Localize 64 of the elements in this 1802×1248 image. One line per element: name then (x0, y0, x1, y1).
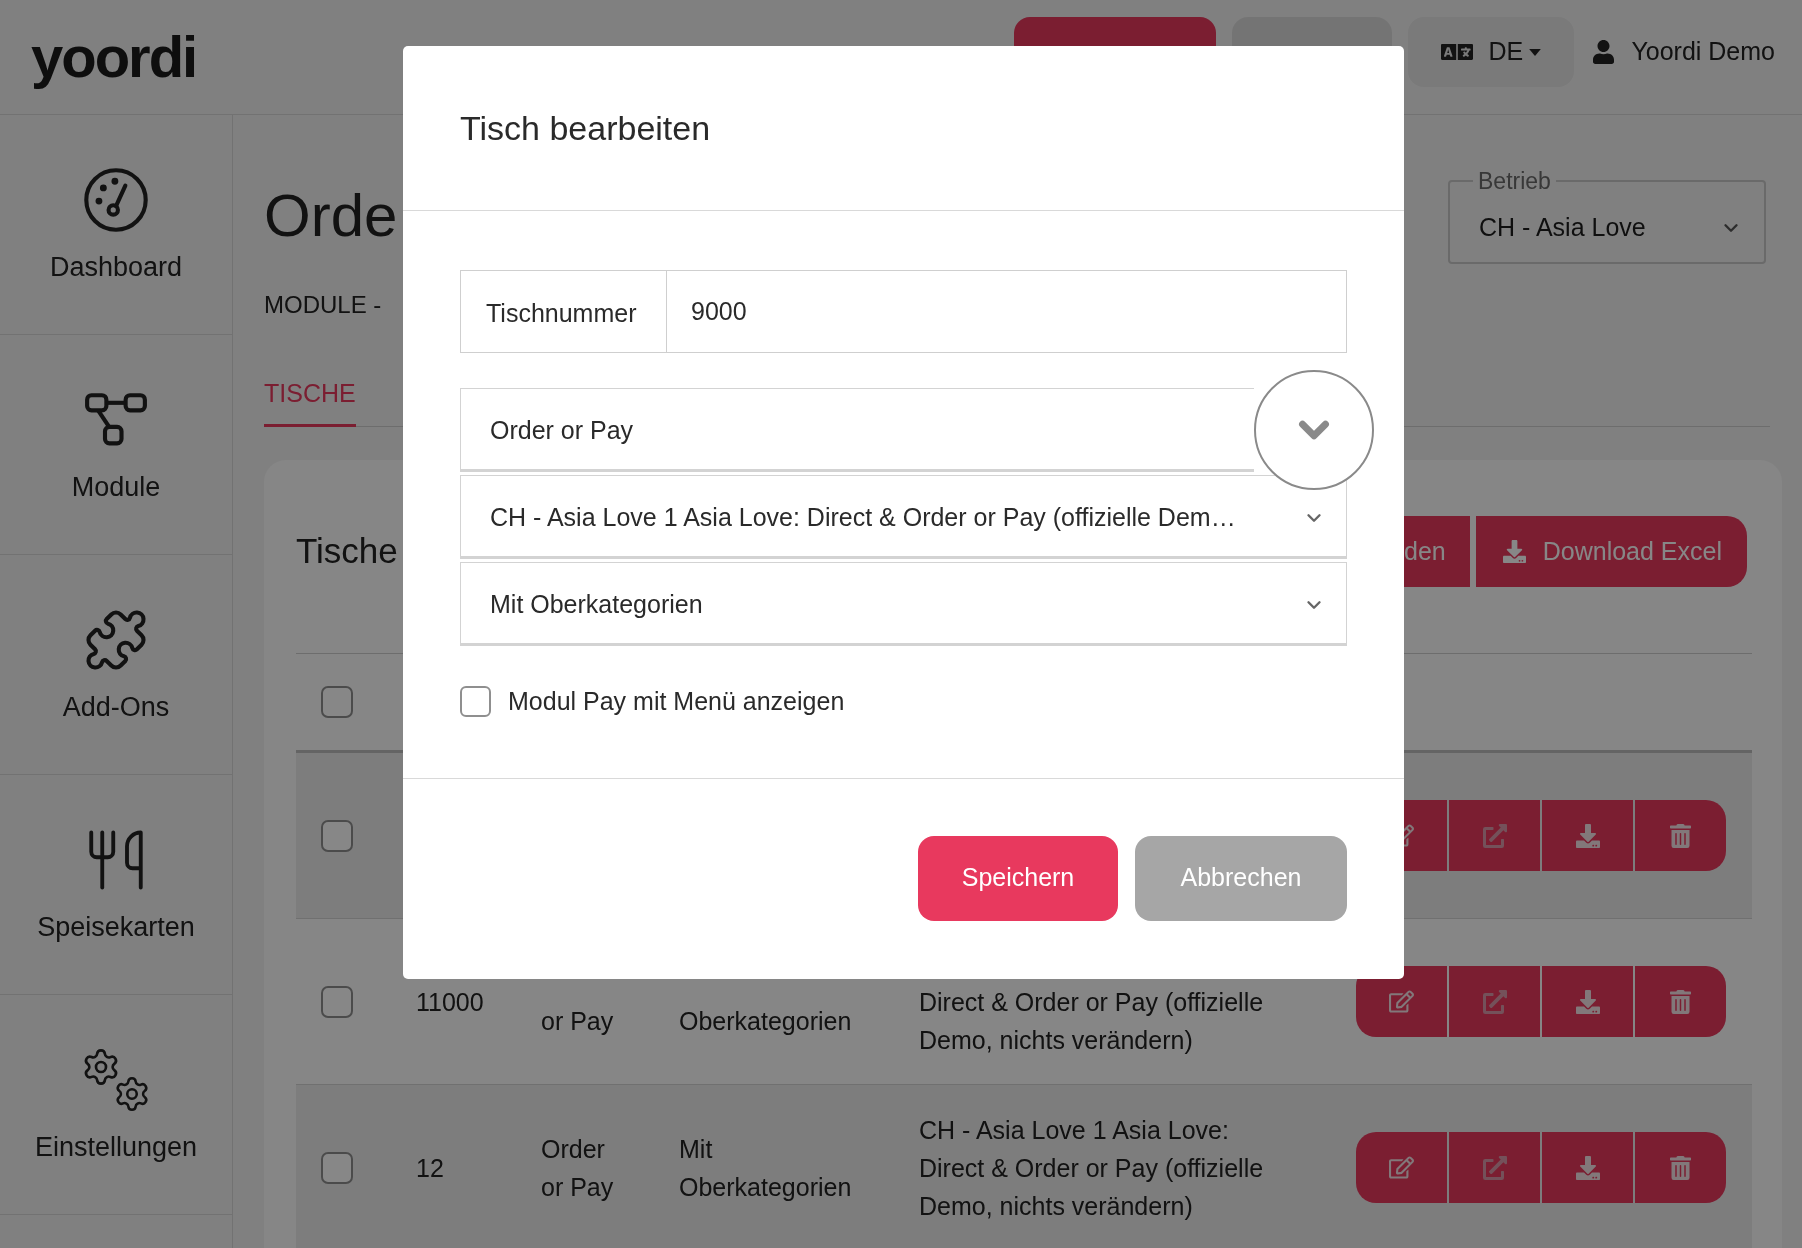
pencil-icon (1389, 1155, 1414, 1180)
external-link-icon (1482, 989, 1507, 1014)
checkbox[interactable] (321, 985, 353, 1018)
trash-icon (1670, 1155, 1691, 1180)
download-button[interactable] (1542, 966, 1633, 1037)
tab[interactable]: TISCHE (264, 378, 356, 427)
gauge-icon (83, 166, 149, 233)
input-field[interactable]: 9000 (667, 270, 1347, 353)
trash-icon (1670, 989, 1691, 1014)
delete-button[interactable] (1635, 966, 1726, 1037)
open-link-button[interactable] (1449, 1132, 1540, 1203)
user-menu[interactable]: Yoordi Demo (1593, 17, 1775, 87)
sidebar-item[interactable]: Add-Ons (0, 555, 232, 775)
checkbox[interactable] (321, 1151, 353, 1184)
table-cell-text: 11000 (416, 986, 484, 1018)
download-icon (1502, 540, 1526, 563)
input-label: Tischnummer (460, 270, 667, 353)
download-button[interactable] (1542, 800, 1633, 871)
checkbox-label: Modul Pay mit Menü anzeigen (508, 686, 845, 717)
sidebar-item[interactable]: Module (0, 335, 232, 555)
select-field[interactable]: Betrieb CH - Asia Love (1448, 169, 1766, 264)
breadcrumb: MODULE - (264, 290, 382, 320)
sidebar-item[interactable]: Dashboard (0, 115, 232, 335)
download-button[interactable] (1542, 1132, 1633, 1203)
user-icon (1593, 40, 1615, 64)
sidebar-item[interactable]: Speisekarten (0, 775, 232, 995)
sidebar-label: Speisekarten (37, 910, 195, 943)
table-cell-text: Direct & Order or Pay (offizielle Demo, nichts verändern) (919, 986, 1265, 1056)
page-title: Orde (264, 181, 398, 251)
external-link-icon (1482, 1155, 1507, 1180)
external-link-icon (1482, 823, 1507, 848)
select-field[interactable]: Mit Oberkategorien (460, 562, 1347, 646)
card-title: Tische (296, 530, 398, 573)
table-cell-text: or Pay (541, 1005, 614, 1037)
save-button[interactable]: Speichern (918, 835, 1118, 921)
download-icon (1575, 823, 1600, 848)
select-field[interactable]: CH - Asia Love 1 Asia Love: Direct & Order or Pay (offizielle Dem… (460, 475, 1347, 559)
table-cell-text: Order or Pay (541, 1133, 615, 1203)
dialog-title: Tisch bearbeiten (460, 108, 711, 148)
checkbox[interactable] (321, 686, 353, 718)
table-cell-text: Mit Oberkategorien (679, 1133, 853, 1203)
sidebar-item[interactable]: Einstellungen (0, 995, 232, 1215)
select-field[interactable]: Order or Pay (460, 388, 1254, 472)
table-cell-text: 12 (416, 1152, 444, 1184)
download-icon (1575, 1155, 1600, 1180)
delete-button[interactable] (1635, 1132, 1726, 1203)
open-link-button[interactable] (1449, 800, 1540, 871)
sidebar-label: Add-Ons (62, 690, 170, 723)
download-icon (1575, 989, 1600, 1014)
checkbox[interactable] (321, 819, 353, 852)
table-cell-text: CH - Asia Love 1 Asia Love: Direct & Order or Pay (offizielle Demo, nichts verändern) (919, 1114, 1265, 1222)
cancel-button[interactable]: Abbrechen (1135, 835, 1347, 921)
table-cell-text: Oberkategorien (679, 1005, 852, 1037)
delete-button[interactable] (1635, 800, 1726, 871)
trash-icon (1670, 823, 1691, 848)
sidebar-label: Einstellungen (34, 1130, 198, 1163)
checkbox[interactable] (460, 686, 491, 718)
download-excel-button[interactable]: Download Excel (1475, 516, 1747, 587)
edit-button[interactable] (1356, 966, 1447, 1037)
sidebar-label: Dashboard (49, 250, 183, 283)
pencil-icon (1389, 989, 1414, 1014)
field-label: Betrieb (1477, 169, 1552, 193)
caret-down-icon (1529, 48, 1542, 56)
sidebar-label: Module (71, 470, 161, 503)
